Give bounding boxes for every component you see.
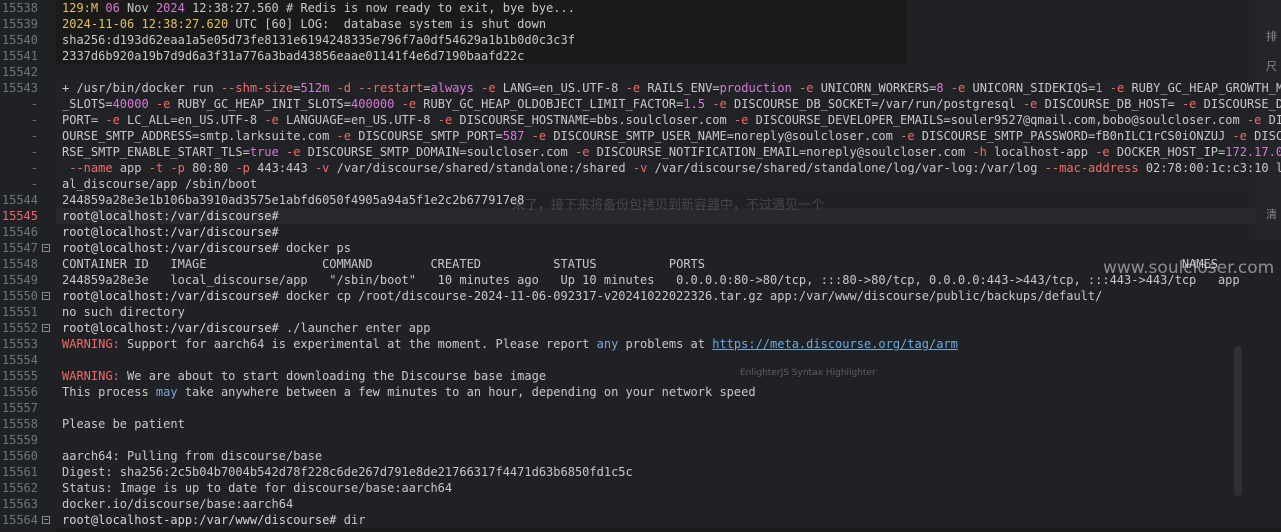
line-number: 15547 — [1, 241, 38, 255]
line-number: 15541 — [1, 49, 38, 63]
terminal-line: root@localhost:/var/discourse# docker ps — [62, 241, 351, 255]
enlighter-label: EnlighterJS Syntax Highlighter — [740, 368, 876, 378]
terminal-line: al_discourse/app /sbin/boot — [62, 177, 258, 191]
line-number: - — [30, 161, 38, 175]
terminal-line: aarch64: Pulling from discourse/base — [62, 449, 323, 463]
terminal-line: root@localhost:/var/discourse# — [62, 209, 279, 223]
terminal-line: docker.io/discourse/base:aarch64 — [62, 497, 294, 511]
line-number: 15553 — [1, 337, 38, 351]
terminal-line: root@localhost:/var/discourse# ./launche… — [62, 321, 431, 335]
terminal-line: PORT= -e LC_ALL=en_US.UTF-8 -e LANGUAGE=… — [62, 113, 1281, 127]
line-number: 15543 — [1, 81, 38, 95]
line-number: 15559 — [1, 433, 38, 447]
line-number: 15558 — [1, 417, 38, 431]
line-number: 15557 — [1, 401, 38, 415]
line-number: 15545 — [1, 209, 38, 223]
side-text-2: 尺 — [1266, 60, 1277, 73]
line-number: 15560 — [1, 449, 38, 463]
terminal-line: Status: Image is up to date for discours… — [62, 481, 453, 495]
line-number: 15540 — [1, 33, 38, 47]
terminal-line: 129:M 06 Nov 2024 12:38:27.560 # Redis i… — [62, 1, 575, 15]
terminal-line: --name app -t -p 80:80 -p 443:443 -v /va… — [69, 161, 1281, 175]
terminal-line: Please be patient — [62, 417, 185, 431]
terminal-line: root@localhost:/var/discourse# docker cp… — [62, 289, 1103, 303]
side-text-1: 排 — [1266, 30, 1277, 43]
line-number: 15544 — [1, 193, 38, 207]
line-number: 15556 — [1, 385, 38, 399]
vertical-scrollbar[interactable] — [1234, 346, 1242, 496]
fold-toggle-icon[interactable]: − — [42, 516, 50, 524]
terminal-line: Digest: sha256:2c5b04b7004b542d78f228c6d… — [62, 465, 633, 479]
terminal-line: CONTAINER ID IMAGE COMMAND CREATED STATU… — [62, 257, 1218, 271]
line-number: - — [30, 145, 38, 159]
terminal-line: 244859a28e3e local_discourse/app "/sbin/… — [62, 273, 1240, 287]
terminal-line: OURSE_SMTP_ADDRESS=smtp.larksuite.com -e… — [62, 129, 1281, 143]
side-text-3: 清 — [1266, 208, 1277, 221]
fold-toggle-icon[interactable]: − — [42, 244, 50, 252]
line-number: 15539 — [1, 17, 38, 31]
line-number: 15549 — [1, 273, 38, 287]
line-number: 15548 — [1, 257, 38, 271]
line-number: 15562 — [1, 481, 38, 495]
terminal-line: sha256:d193d62eaa1a5e05d73fe8131e6194248… — [62, 33, 575, 47]
line-number: 15564 — [1, 513, 38, 527]
line-number: 15542 — [1, 65, 38, 79]
terminal-line: no such directory — [62, 305, 185, 319]
terminal-line: RSE_SMTP_ENABLE_START_TLS=true -e DISCOU… — [62, 145, 1281, 159]
line-number: 15551 — [1, 305, 38, 319]
terminal-line: 2024-11-06 12:38:27.620 UTC [60] LOG: da… — [62, 17, 547, 31]
fold-toggle-icon[interactable]: − — [42, 324, 50, 332]
line-number: - — [30, 129, 38, 143]
terminal-line: root@localhost-app:/var/www/discourse# d… — [62, 513, 366, 527]
terminal-line: This process may take anywhere between a… — [62, 385, 756, 399]
terminal-line: + /usr/bin/docker run --shm-size=512m -d… — [62, 81, 1281, 95]
line-number: 15546 — [1, 225, 38, 239]
line-number: 15538 — [1, 1, 38, 15]
line-number: 15563 — [1, 497, 38, 511]
terminal-line: WARNING: Support for aarch64 is experime… — [62, 337, 958, 351]
bottom-bar — [56, 528, 1281, 532]
terminal-line: WARNING: We are about to start downloadi… — [62, 369, 547, 383]
watermark: www.soulcloser.com — [1103, 258, 1275, 278]
line-number: - — [30, 177, 38, 191]
terminal-line: root@localhost:/var/discourse# — [62, 225, 279, 239]
line-number: 15561 — [1, 465, 38, 479]
line-number: - — [30, 97, 38, 111]
line-number: 15552 — [1, 321, 38, 335]
terminal-line: 2337d6b920a19b7d9d6a3f31a776a3bad43856ea… — [62, 49, 525, 63]
background-article-text: 来了，接下来将备份包拷贝到新容器中，不过遇见一个 — [512, 198, 825, 213]
line-number: - — [30, 113, 38, 127]
line-number: 15554 — [1, 353, 38, 367]
line-number: 15555 — [1, 369, 38, 383]
line-number: 15550 — [1, 289, 38, 303]
terminal-line: 244859a28e3e1b106ba3910ad3575e1abfd6050f… — [62, 193, 525, 207]
terminal-line: _SLOTS=40000 -e RUBY_GC_HEAP_INIT_SLOTS=… — [62, 97, 1281, 111]
fold-toggle-icon[interactable]: − — [42, 292, 50, 300]
